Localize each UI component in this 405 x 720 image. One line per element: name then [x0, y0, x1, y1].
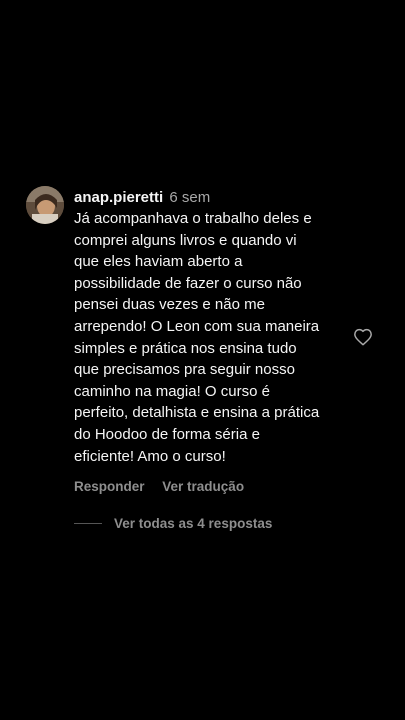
username[interactable]: anap.pieretti	[74, 189, 163, 206]
heart-outline-icon[interactable]	[353, 328, 373, 346]
comment-content: anap.pieretti 6 sem Já acompanhava o tra…	[74, 188, 346, 496]
timestamp: 6 sem	[169, 189, 211, 206]
comment-line: perfeito, detalhista e ensina a prática	[74, 404, 320, 422]
reply-button[interactable]: Responder	[74, 479, 145, 494]
comment-line: caminho na magia! O curso é	[74, 382, 270, 400]
replies-divider	[74, 522, 102, 524]
comment-line: do Hoodoo de forma séria e	[74, 425, 260, 443]
view-replies-button[interactable]: Ver todas as 4 respostas	[74, 513, 272, 533]
comment-line: que precisamos pra seguir nosso	[74, 361, 295, 379]
comment-line: possibilidade de fazer o curso não	[74, 274, 302, 292]
comment-line: comprei alguns livros e quando vi	[74, 231, 297, 249]
comment-line: pensei duas vezes e não me	[74, 296, 265, 314]
comment-actions: Responder Ver tradução	[74, 478, 346, 496]
comment-text: Já acompanhava o trabalho deles e compre…	[74, 208, 346, 467]
translate-button[interactable]: Ver tradução	[162, 479, 244, 494]
comment-line: simples e prática nos ensina tudo	[74, 339, 297, 357]
comment-line: arrependo! O Leon com sua maneira	[74, 317, 320, 335]
comment-header: anap.pieretti 6 sem	[74, 188, 346, 208]
avatar[interactable]	[26, 186, 64, 224]
comment-line: Já acompanhava o trabalho deles e	[74, 210, 312, 227]
view-replies-label: Ver todas as 4 respostas	[114, 515, 273, 531]
comment-line: que eles haviam aberto a	[74, 253, 243, 271]
comment-line: eficiente! Amo o curso!	[74, 447, 226, 465]
